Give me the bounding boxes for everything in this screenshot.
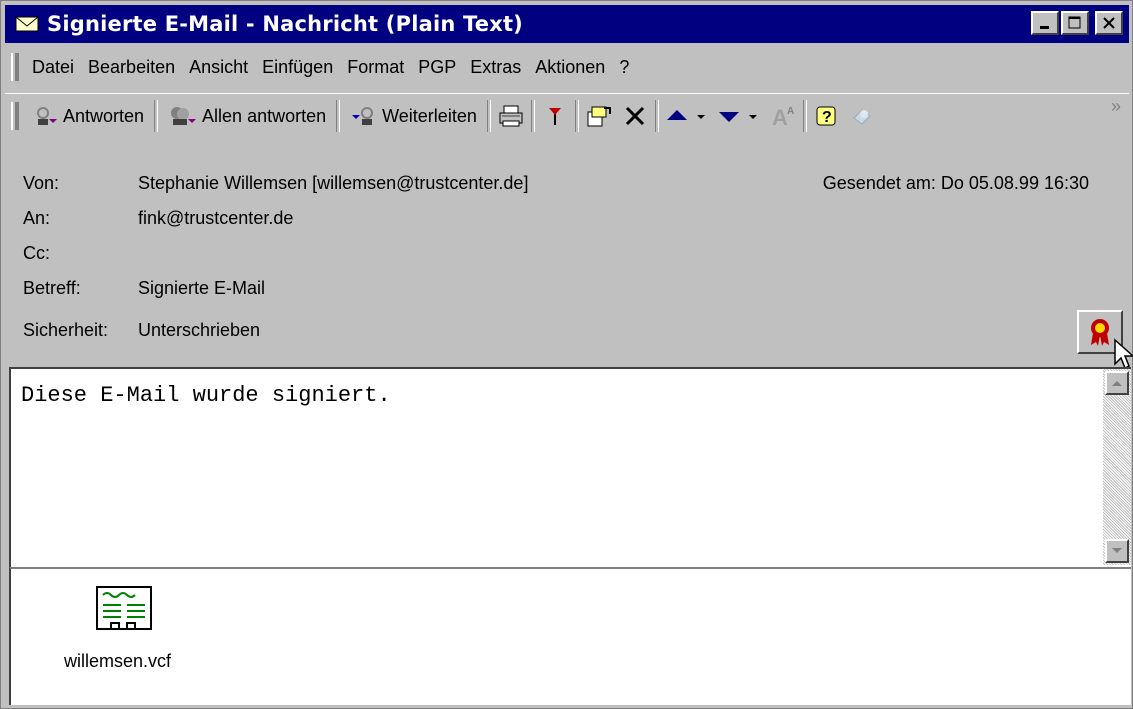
to-value[interactable]: fink@trustcenter.de xyxy=(138,208,293,232)
svg-text:?: ? xyxy=(822,109,832,126)
address-book-icon xyxy=(853,109,871,125)
attachment-pane: willemsen.vcf xyxy=(9,567,1131,705)
sent-value: Do 05.08.99 16:30 xyxy=(940,173,1089,193)
subject-row: Betreff: Signierte E-Mail xyxy=(23,278,265,302)
toolbar-separator xyxy=(530,100,535,132)
printer-icon xyxy=(499,105,523,127)
help-button[interactable]: ? xyxy=(809,98,845,134)
subject-value: Signierte E-Mail xyxy=(138,278,266,298)
security-label: Sicherheit: xyxy=(23,320,109,340)
mail-window: Signierte E-Mail - Nachricht (Plain Text… xyxy=(0,0,1133,709)
reply-icon xyxy=(37,107,57,125)
maximize-icon xyxy=(1068,16,1081,29)
reply-all-button[interactable]: Allen antworten xyxy=(160,98,334,134)
menu-aktionen[interactable]: Aktionen xyxy=(528,57,612,78)
close-icon xyxy=(1103,17,1115,29)
attachment-filename[interactable]: willemsen.vcf xyxy=(64,651,171,672)
security-value: Unterschrieben xyxy=(138,320,261,340)
subject-label: Betreff: xyxy=(23,278,81,298)
message-body-text: Diese E-Mail wurde signiert. xyxy=(21,383,391,408)
font-size-icon: A A xyxy=(772,105,794,128)
message-body[interactable]: Diese E-Mail wurde signiert. xyxy=(9,367,1131,567)
flag-button[interactable] xyxy=(537,98,573,134)
next-item-button[interactable] xyxy=(713,98,765,134)
security-row: Sicherheit: Unterschrieben xyxy=(23,320,260,344)
toolbar-grip[interactable] xyxy=(11,102,19,130)
toolbar-separator xyxy=(802,100,807,132)
reply-button[interactable]: Antworten xyxy=(25,98,152,134)
maximize-button[interactable] xyxy=(1061,11,1089,35)
title-bar[interactable]: Signierte E-Mail - Nachricht (Plain Text… xyxy=(5,5,1129,43)
minimize-icon xyxy=(1040,26,1049,29)
toolbar-separator xyxy=(486,100,491,132)
from-value[interactable]: Stephanie Willemsen [willemsen@trustcent… xyxy=(138,173,528,197)
reply-all-label: Allen antworten xyxy=(202,105,327,126)
menu-help[interactable]: ? xyxy=(612,57,636,78)
window-title: Signierte E-Mail - Nachricht (Plain Text… xyxy=(47,12,523,36)
print-button[interactable] xyxy=(493,98,529,134)
svg-text:A: A xyxy=(787,106,794,117)
envelope-icon xyxy=(15,16,39,32)
scroll-down-button[interactable] xyxy=(1105,539,1129,563)
arrow-up-icon xyxy=(666,110,705,120)
toolbar: Antworten Allen antworten Weiterleiten A… xyxy=(5,93,1129,138)
menu-bar: Datei Bearbeiten Ansicht Einfügen Format… xyxy=(5,49,1129,85)
message-header: Von: Stephanie Willemsen [willemsen@trus… xyxy=(5,151,1129,361)
forward-button[interactable]: Weiterleiten xyxy=(342,98,485,134)
vcard-icon[interactable] xyxy=(93,583,155,635)
certificate-ribbon-icon xyxy=(1091,319,1109,346)
move-to-folder-icon xyxy=(587,106,611,127)
toolbar-separator xyxy=(654,100,659,132)
help-assistant-icon: ? xyxy=(816,106,836,126)
delete-button[interactable] xyxy=(617,98,653,134)
forward-label: Weiterleiten xyxy=(382,105,477,126)
vertical-scrollbar[interactable] xyxy=(1103,369,1131,565)
menu-einfuegen[interactable]: Einfügen xyxy=(255,57,340,78)
cc-row: Cc: xyxy=(23,243,138,267)
cc-label: Cc: xyxy=(23,243,50,263)
sent-row: Gesendet am: Do 05.08.99 16:30 xyxy=(823,173,1089,194)
flag-icon xyxy=(548,108,561,125)
font-size-button[interactable]: A A xyxy=(765,98,801,134)
toolbar-overflow-chevron[interactable]: » xyxy=(1111,96,1121,117)
forward-icon xyxy=(352,107,374,125)
previous-item-button[interactable] xyxy=(661,98,713,134)
close-button[interactable] xyxy=(1095,11,1123,35)
menu-grip[interactable] xyxy=(11,53,19,81)
arrow-down-icon xyxy=(718,112,757,122)
minimize-button[interactable] xyxy=(1031,11,1059,35)
menu-datei[interactable]: Datei xyxy=(25,57,81,78)
from-row: Von: Stephanie Willemsen [willemsen@trus… xyxy=(23,173,528,197)
scroll-up-button[interactable] xyxy=(1105,371,1129,395)
delete-icon xyxy=(625,106,644,126)
reply-all-icon xyxy=(171,107,197,125)
menu-ansicht[interactable]: Ansicht xyxy=(182,57,255,78)
to-row: An: fink@trustcenter.de xyxy=(23,208,293,232)
toolbar-separator xyxy=(574,100,579,132)
menu-pgp[interactable]: PGP xyxy=(411,57,463,78)
menu-format[interactable]: Format xyxy=(340,57,411,78)
sent-label: Gesendet am: xyxy=(822,173,936,193)
toolbar-separator xyxy=(154,100,159,132)
from-label: Von: xyxy=(23,173,60,193)
svg-text:A: A xyxy=(772,105,788,128)
menu-extras[interactable]: Extras xyxy=(463,57,528,78)
scroll-down-icon xyxy=(1112,548,1122,553)
menu-bearbeiten[interactable]: Bearbeiten xyxy=(81,57,182,78)
toolbar-separator xyxy=(336,100,341,132)
window-controls xyxy=(1031,11,1123,35)
to-label: An: xyxy=(23,208,51,228)
address-book-button[interactable] xyxy=(845,98,881,134)
scroll-up-icon xyxy=(1112,381,1122,386)
move-to-folder-button[interactable] xyxy=(581,98,617,134)
reply-label: Antworten xyxy=(63,105,145,126)
